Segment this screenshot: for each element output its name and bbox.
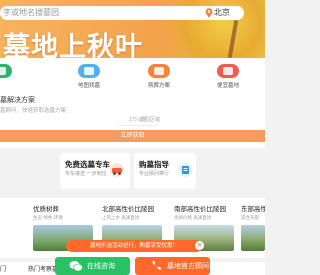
cemetery-name: 优质树葬: [33, 205, 59, 213]
document-icon: [148, 64, 170, 78]
card-subtitle: 专业顾问带行: [139, 171, 170, 177]
close-icon[interactable]: ×: [195, 241, 204, 250]
service-strip: [0, 148, 265, 194]
area-select[interactable]: 墓园区域: [140, 116, 180, 125]
cemetery-desc: 适合东部: [241, 216, 259, 221]
quick-nav-label: 地图找墓: [77, 83, 100, 89]
quick-nav-item-0[interactable]: [0, 64, 21, 81]
cemetery-photo: [241, 225, 265, 251]
quick-nav-item-cheap[interactable]: 便宜墓地: [208, 64, 248, 89]
plan-title: 墓解决方案: [0, 96, 35, 104]
cemetery-card[interactable]: 东部高性 适合东部: [241, 203, 265, 257]
promo-banner[interactable]: 墓地乐选活动进行，购墓享受优惠！: [66, 240, 202, 252]
map-icon: [78, 64, 100, 78]
cemetery-desc: 上风上水 高速直达: [102, 216, 140, 221]
city-selector[interactable]: 北京: [214, 7, 230, 18]
online-consult-button[interactable]: 在线咨询: [55, 257, 130, 275]
location-pin-icon: [205, 8, 213, 18]
list-icon: [0, 64, 12, 78]
card-title: 购墓指导: [139, 160, 169, 169]
car-icon: [110, 163, 124, 177]
guide-icon: [178, 163, 193, 177]
section-label: 门: [0, 266, 7, 273]
cemetery-name: 东部高性: [241, 205, 265, 213]
quick-nav-item-plan[interactable]: 殡葬方案: [139, 64, 179, 89]
plan-subtitle: 墓顾问，快速获取选墓方案: [0, 108, 67, 114]
card-subtitle: 专车接送 一步到位: [65, 171, 107, 177]
get-plan-button[interactable]: 立即获取: [0, 130, 265, 142]
phone-icon: [152, 261, 161, 270]
quick-nav-label: 便宜墓地: [216, 83, 239, 89]
cemetery-name: 南部高性价比陵园: [174, 205, 226, 213]
wechat-icon: [69, 261, 83, 272]
quick-nav-label: 殡葬方案: [147, 83, 170, 89]
call-label: 墓地官方顾问: [167, 262, 209, 270]
chat-label: 在线咨询: [87, 262, 115, 270]
cemetery-desc: 优质价格 高速直达: [174, 216, 212, 221]
card-title: 免费选墓专车: [65, 160, 110, 169]
bottom-section: 门 热门考察墓园: [0, 262, 265, 275]
cemetery-desc: 生态 绿色 环保: [33, 216, 63, 221]
tag-icon: [217, 64, 239, 78]
search-placeholder: 字或地名搜墓园: [3, 8, 59, 17]
cemetery-name: 北部高性价比陵园: [102, 205, 154, 213]
call-advisor-button[interactable]: 墓地官方顾问: [135, 257, 210, 275]
quick-nav-item-map[interactable]: 地图找墓: [69, 64, 109, 89]
